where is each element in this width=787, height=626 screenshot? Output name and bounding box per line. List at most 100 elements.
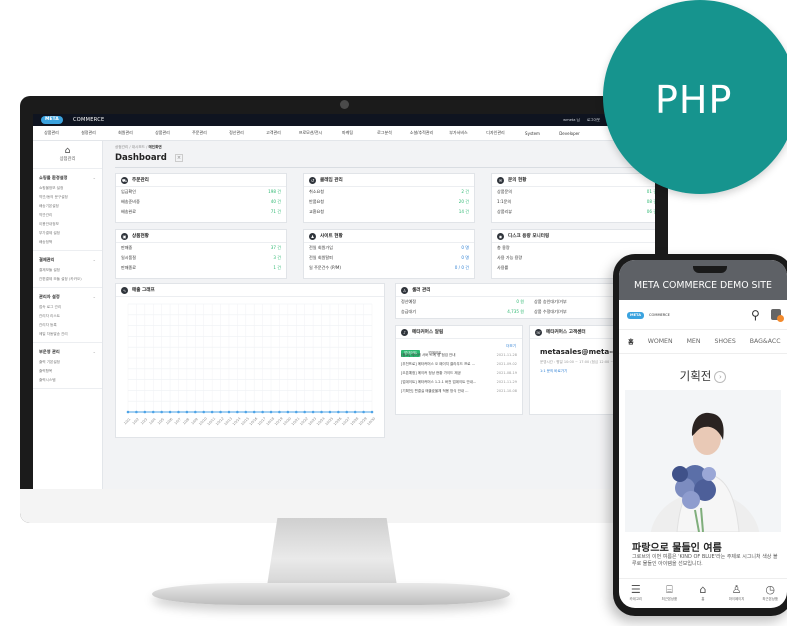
sidebar-item[interactable]: 간편결제 모듈 설정 (카카오) [33,275,102,284]
stat-row[interactable]: 전일 회원탈퇴 0 명 [304,253,474,263]
stat-row[interactable]: 배송완료 71 건 [116,207,286,217]
breadcrumb-item[interactable]: 상점관리 [115,145,128,149]
box-icon: ▣ [121,232,128,240]
nav-item-mypage[interactable]: ♙ 마이페이지 [722,583,752,601]
data-point [160,410,163,414]
notice-row[interactable]: [기획전] 편결실 매출효율체 적용 방식 안내 ... 2021-10-08 [396,387,522,396]
data-point [345,410,349,414]
sidebar-item[interactable]: 관리자 등록 [33,321,102,330]
x-tick-label: 10/6 [165,417,173,425]
data-point [370,410,374,414]
sidebar-item[interactable]: 관리자 리스트 [33,312,102,321]
data-point [168,410,172,414]
sidebar-item[interactable]: 쇼핑몰정보 설정 [33,184,102,193]
menu-item[interactable]: 설정관리 [70,130,107,136]
php-badge: PHP [603,0,787,194]
notice-row[interactable]: [중요] 메이커 서버 스케 정 점검 안내 2021-11-28 [396,351,522,360]
sidebar-item[interactable]: 약관/동의 문구설정 [33,193,102,202]
menu-item[interactable]: Developer [551,131,588,136]
promo-title[interactable]: 기획전 › [619,368,787,384]
stat-row[interactable]: 1:1문의08 건 [492,197,655,207]
sidebar-item[interactable]: 이용안내정보 [33,220,102,229]
sidebar-section-head[interactable]: 결제관리 ⌄ [33,254,102,266]
tab-shoes[interactable]: SHOES [714,338,735,345]
menu-item[interactable]: 부가서비스 [440,130,477,136]
sidebar-item[interactable]: 출력시스템 [33,376,102,385]
menu-item[interactable]: 로그분석 [366,130,403,136]
stat-row[interactable]: 일 주문건수 (P/M) 0 / 0 건 [304,263,474,273]
stat-row[interactable]: 교환요청 14 건 [304,207,474,217]
x-tick-label: 10/3 [140,417,148,425]
menu-item[interactable]: 소셜/추적관리 [403,130,440,136]
more-link[interactable]: 더보기 [506,344,516,349]
data-point [210,410,214,414]
sidebar-section-head[interactable]: 관리자 설정 ⌄ [33,291,102,303]
claim-icon: ↺ [309,176,316,184]
sidebar-item[interactable]: 배송기본설정 [33,202,102,211]
sales-chart: 10/1 10/2 10/3 10/4 10/5 10/6 10/7 10/8 10/9 10/1… [120,300,380,432]
brand-logo-pill[interactable]: META [41,116,63,124]
tab-home[interactable]: 홈 [628,337,634,346]
tab-bag-acc[interactable]: BAG&ACC [750,338,781,345]
page-title: Dashboard [115,153,167,163]
stat-row[interactable]: 전일 회원가입 0 명 [304,243,474,253]
mobile-logo-pill[interactable]: META [627,312,644,319]
menu-item[interactable]: 디자인관리 [477,130,514,136]
notice-row[interactable]: [추천프로] 메타커머스 오 페이지 클라우드 프로 ... 2021-09-02 [396,360,522,369]
search-icon[interactable]: ⚲ [751,308,760,322]
cart-icon[interactable] [771,309,784,322]
stat-row[interactable]: 배송준비중 40 건 [116,197,286,207]
menu-item[interactable]: 프로모션/전시 [292,130,329,136]
sidebar-item[interactable]: 약관관리 [33,211,102,220]
menu-item[interactable]: 상품관리 [33,130,70,136]
sidebar-item[interactable]: 부가결제 설정 [33,229,102,238]
menu-item[interactable]: 주문관리 [181,130,218,136]
users-icon: ♟ [309,232,316,240]
sidebar-item[interactable]: 출력항목 [33,367,102,376]
tab-women[interactable]: WOMEN [648,338,673,345]
close-tab-icon[interactable]: × [175,154,183,162]
breadcrumb: 상점관리 / 대시보드 / 메인화면 [115,145,162,149]
stat-row[interactable]: 일시품절 3 건 [116,253,286,263]
notice-row[interactable]: [오픈예정] 메이커 정상 현황 가이드 제공 2021-08-19 [396,369,522,378]
sidebar-section-head[interactable]: 부운영 관리 ⌄ [33,346,102,358]
tab-men[interactable]: MEN [687,338,701,345]
chevron-down-icon: ⌄ [92,349,96,354]
menu-item[interactable]: 마케팅 [329,130,366,136]
nav-item-category[interactable]: ☰ 카테고리 [621,583,651,601]
stat-row[interactable]: 판매종료 1 건 [116,263,286,273]
nav-item-history[interactable]: ◷ 최근본상품 [755,583,785,601]
x-tick-label: 10/2 [132,417,140,425]
nav-item-home[interactable]: ⌂ 홈 [688,583,718,601]
menu-item[interactable]: 정산관리 [218,130,255,136]
sidebar-section-head[interactable]: 쇼핑몰 환경설정 ⌄ [33,172,102,184]
brand-logo-word: COMMERCE [73,117,105,123]
stat-row[interactable]: 승급대기 4,735 원 [396,307,529,317]
sidebar-item[interactable]: 접속 로그 관리 [33,303,102,312]
stage: META COMMERCE wmeta 님 로그아웃 관리자 매뉴얼 관리자 상… [0,0,787,626]
data-point [135,410,138,414]
stat-row[interactable]: 상품리뷰06 건 [492,207,655,217]
notice-row[interactable]: [업데이트] 메타커머스 1.2.1 버전 업데이트 안내... 2021-11-… [396,378,522,387]
stat-row[interactable]: 판매중 37 건 [116,243,286,253]
menu-item[interactable]: 회원관리 [107,130,144,136]
sidebar-item[interactable]: 메일 자동발송 관리 [33,330,102,339]
logout-link[interactable]: 로그아웃 [587,118,600,123]
menu-item[interactable]: System [514,131,551,136]
sidebar-item[interactable]: 결제모듈 설정 [33,266,102,275]
stat-row[interactable]: 상품문의01 건 [492,187,655,197]
stat-row[interactable]: 취소요청 2 건 [304,187,474,197]
menu-item[interactable]: 고객관리 [255,130,292,136]
monitor-stand-base [152,583,510,605]
breadcrumb-item[interactable]: 대시보드 [132,145,145,149]
stat-row[interactable]: 반품요청 20 건 [304,197,474,207]
menu-item[interactable]: 상품관리 [144,130,181,136]
sidebar-item[interactable]: 배송정책 [33,238,102,247]
stat-row[interactable]: 입금확인 198 건 [116,187,286,197]
promo-photo[interactable] [625,390,781,532]
stat-row[interactable]: 정산예정 0 원 [396,297,529,307]
sidebar-home[interactable]: ⌂ 상점관리 [33,141,102,169]
sidebar-item[interactable]: 출력 기본설정 [33,358,102,367]
nav-item-recent[interactable]: ⌸ 최근본상품 [654,583,684,601]
sidebar-section: 부운영 관리 ⌄ 출력 기본설정 출력항목 출력시스템 [33,343,102,389]
